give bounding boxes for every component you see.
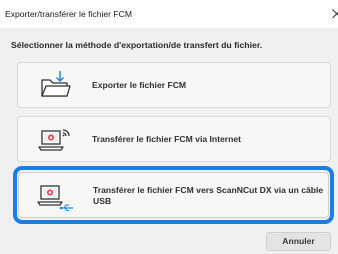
close-icon: [332, 9, 338, 19]
close-button[interactable]: [328, 4, 338, 24]
cancel-button[interactable]: Annuler: [266, 232, 331, 251]
laptop-usb-icon: [37, 185, 73, 212]
laptop-wireless-icon: [38, 129, 70, 151]
window-title: Exporter/transférer le fichier FCM: [5, 9, 133, 19]
title-bar: Exporter/transférer le fichier FCM: [0, 0, 338, 28]
transfer-usb-option[interactable]: Transférer le fichier FCM vers ScanNCut …: [18, 172, 329, 218]
export-fcm-option[interactable]: Exporter le fichier FCM: [17, 62, 331, 108]
dialog-body: Sélectionner la méthode d'exportation/de…: [0, 28, 338, 254]
instruction-text: Sélectionner la méthode d'exportation/de…: [11, 40, 263, 50]
transfer-usb-label: Transférer le fichier FCM vers ScanNCut …: [93, 185, 324, 206]
transfer-internet-label: Transférer le fichier FCM via Internet: [92, 134, 242, 144]
folder-export-icon: [41, 71, 71, 97]
export-fcm-label: Exporter le fichier FCM: [92, 80, 187, 90]
transfer-internet-option[interactable]: Transférer le fichier FCM via Internet: [17, 116, 331, 162]
